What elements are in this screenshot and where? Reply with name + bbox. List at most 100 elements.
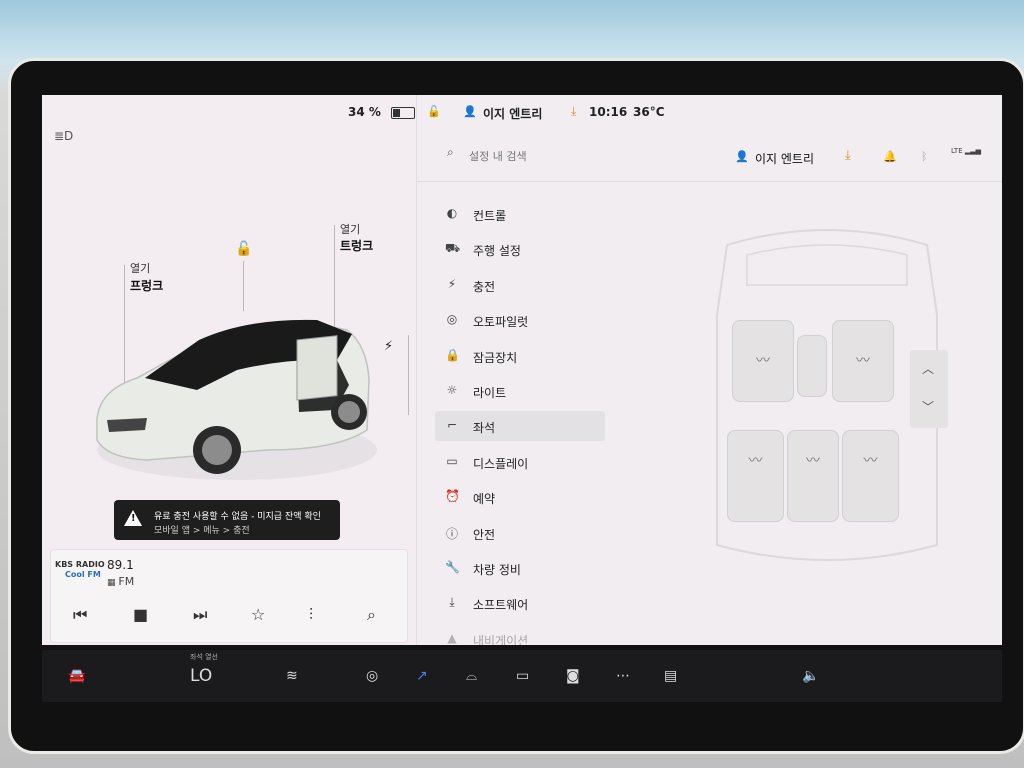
battery-indicator: 34 % bbox=[348, 105, 415, 119]
chevron-down-icon[interactable]: ﹀ bbox=[922, 398, 934, 415]
lock-status-icon[interactable]: 🔓 bbox=[427, 105, 441, 118]
charge-leader-line bbox=[408, 335, 409, 415]
station-frequency: 89.1 bbox=[107, 558, 134, 572]
bolt-icon: ⚡ bbox=[447, 276, 457, 291]
outside-temperature: 36°C bbox=[633, 105, 665, 119]
settings-menu-label: 디스플레이 bbox=[473, 456, 529, 471]
settings-menu-item[interactable]: ◐ 컨트롤 bbox=[435, 199, 605, 229]
settings-menu-item[interactable]: ⤓ 소프트웨어 bbox=[435, 588, 605, 618]
display-icon: ▭ bbox=[446, 453, 458, 468]
settings-menu-label: 충전 bbox=[473, 279, 496, 294]
settings-menu-item[interactable]: 🔧 차량 정비 bbox=[435, 553, 605, 583]
sun-icon: ☼ bbox=[446, 383, 458, 397]
settings-menu-item[interactable]: ⓘ 안전 bbox=[435, 518, 605, 548]
alert-message: 유료 충전 사용할 수 없음 - 미지급 잔액 확인 bbox=[154, 512, 321, 522]
seat-scroll-control: ︿ ﹀ bbox=[910, 350, 948, 428]
settings-search-input[interactable]: 설정 내 검색 bbox=[469, 148, 527, 164]
car-icon: ⛟ bbox=[445, 241, 461, 256]
chevron-up-icon[interactable]: ︿ bbox=[922, 360, 934, 377]
vehicle-image[interactable] bbox=[87, 300, 377, 490]
station-logo-line2: Cool FM bbox=[65, 570, 101, 579]
search-icon[interactable]: ⌕ bbox=[367, 605, 376, 625]
lock-icon: 🔒 bbox=[445, 347, 460, 362]
clock: 10:16 bbox=[589, 105, 628, 119]
camera-icon[interactable]: ◙ bbox=[566, 668, 580, 684]
next-track-icon[interactable]: ⏭ bbox=[193, 605, 207, 625]
settings-menu-item[interactable]: ◎ 오토파일럿 bbox=[435, 305, 605, 335]
frunk-open-label: 열기 bbox=[130, 262, 151, 275]
bell-icon[interactable]: 🔔 bbox=[883, 150, 897, 163]
toggle-icon: ◐ bbox=[446, 206, 458, 220]
driver-profile-button[interactable]: 이지 엔트리 bbox=[755, 150, 814, 167]
lte-label: LTE bbox=[951, 147, 963, 155]
steering-heater-icon[interactable]: ◎ bbox=[366, 668, 378, 684]
frunk-button[interactable]: 프렁크 bbox=[130, 277, 163, 294]
media-player: KBS RADIO Cool FM 89.1 ▦ FM ⏮ ■ ⏭ ☆ ⫶ ⌕ bbox=[50, 549, 408, 643]
center-console bbox=[797, 335, 827, 397]
settings-menu-label: 소프트웨어 bbox=[473, 598, 529, 613]
battery-percent: 34 % bbox=[348, 105, 381, 119]
trunk-button[interactable]: 트렁크 bbox=[340, 237, 373, 254]
car-panel: ≣D 34 % 열기 프렁크 🔓 열기 트렁크 ⚡ 유 bbox=[42, 95, 416, 645]
wrench-icon: 🔧 bbox=[445, 560, 460, 574]
settings-menu-label: 좌석 bbox=[473, 421, 496, 436]
settings-menu-item[interactable]: ☼ 라이트 bbox=[435, 376, 605, 406]
seat-icon: ⌐ bbox=[446, 418, 458, 433]
volume-icon[interactable]: 🔈 bbox=[802, 668, 819, 684]
download-icon: ⤓ bbox=[449, 595, 455, 610]
profile-icon: 👤 bbox=[735, 150, 749, 163]
search-icon[interactable]: ⌕ bbox=[447, 145, 454, 160]
settings-menu-item[interactable]: ▭ 디스플레이 bbox=[435, 447, 605, 477]
airflow-icon[interactable]: ↗ bbox=[416, 668, 428, 684]
settings-menu-item[interactable]: 🔒 잠금장치 bbox=[435, 341, 605, 371]
driver-seat-heater[interactable]: 〰 bbox=[732, 320, 794, 402]
trunk-open-label: 열기 bbox=[340, 223, 361, 236]
settings-menu-item[interactable]: ⚡ 충전 bbox=[435, 270, 605, 300]
alarm-icon: ⏰ bbox=[445, 489, 460, 504]
unlock-icon[interactable]: 🔓 bbox=[235, 241, 252, 257]
settings-menu-label: 차량 정비 bbox=[473, 563, 521, 577]
warning-icon: ⓘ bbox=[445, 526, 458, 541]
lte-signal-icon: LTE ▂▃▅ bbox=[951, 147, 982, 155]
previous-track-icon[interactable]: ⏮ bbox=[73, 605, 87, 625]
more-apps-icon[interactable]: ⋯ bbox=[616, 668, 630, 684]
settings-menu-label: 잠금장치 bbox=[473, 350, 518, 365]
settings-menu-item[interactable]: ▲ 내비게이션 bbox=[435, 624, 605, 645]
rear-left-seat-heater[interactable]: 〰 bbox=[727, 430, 784, 522]
favorite-star-icon[interactable]: ☆ bbox=[251, 605, 265, 624]
station-logo-line1: KBS RADIO bbox=[55, 560, 105, 569]
car-icon[interactable]: 🚘 bbox=[68, 668, 85, 684]
front-defrost-icon[interactable]: ⌓ bbox=[466, 668, 477, 684]
settings-panel: 🔓 👤 이지 엔트리 ⤓ 10:16 36°C ⌕ 설정 내 검색 👤 이지 엔… bbox=[416, 95, 1002, 645]
settings-menu-item[interactable]: ⏰ 예약 bbox=[435, 482, 605, 512]
rear-defrost-icon[interactable]: ▭ bbox=[516, 668, 529, 684]
rear-right-seat-heater[interactable]: 〰 bbox=[842, 430, 899, 522]
stop-icon[interactable]: ■ bbox=[133, 605, 148, 624]
seat-heater-icon[interactable]: ≋ bbox=[286, 668, 298, 684]
settings-menu-label: 오토파일럿 bbox=[473, 315, 529, 330]
charge-port-icon[interactable]: ⚡ bbox=[384, 339, 393, 354]
station-logo: KBS RADIO Cool FM bbox=[55, 560, 105, 580]
band-label: FM bbox=[118, 575, 135, 588]
taskbar: 🚘 좌석 열선 LO ≋ ◎ ↗ ⌓ ▭ ◙ ⋯ ▤ 🔈 bbox=[42, 650, 1002, 702]
header-divider bbox=[417, 181, 1002, 182]
passenger-seat-heater[interactable]: 〰 bbox=[832, 320, 894, 402]
notes-app-icon[interactable]: ▤ bbox=[664, 668, 677, 684]
climate-label: 좌석 열선 bbox=[190, 653, 218, 661]
settings-menu-item[interactable]: ⌐ 좌석 bbox=[435, 411, 605, 442]
status-profile-name[interactable]: 이지 엔트리 bbox=[483, 105, 542, 122]
equalizer-icon[interactable]: ⫶ bbox=[309, 605, 313, 625]
settings-menu-label: 라이트 bbox=[473, 386, 507, 400]
temperature-setting[interactable]: LO bbox=[190, 666, 212, 686]
settings-menu-label: 내비게이션 bbox=[473, 633, 529, 645]
payment-alert[interactable]: 유료 충전 사용할 수 없음 - 미지급 잔액 확인 모바일 앱 > 메뉴 > … bbox=[114, 500, 340, 540]
bluetooth-icon[interactable]: ᛒ bbox=[921, 150, 928, 163]
headlight-icon[interactable]: ≣D bbox=[54, 129, 73, 143]
download-icon[interactable]: ⤓ bbox=[845, 148, 851, 163]
rear-center-seat-heater[interactable]: 〰 bbox=[787, 430, 839, 522]
alert-hint: 모바일 앱 > 메뉴 > 충전 bbox=[154, 526, 250, 536]
settings-menu-label: 주행 설정 bbox=[473, 244, 521, 259]
touchscreen: ≣D 34 % 열기 프렁크 🔓 열기 트렁크 ⚡ 유 bbox=[42, 95, 1002, 645]
station-band: ▦ FM bbox=[107, 575, 134, 588]
settings-menu-item[interactable]: ⛟ 주행 설정 bbox=[435, 234, 605, 264]
